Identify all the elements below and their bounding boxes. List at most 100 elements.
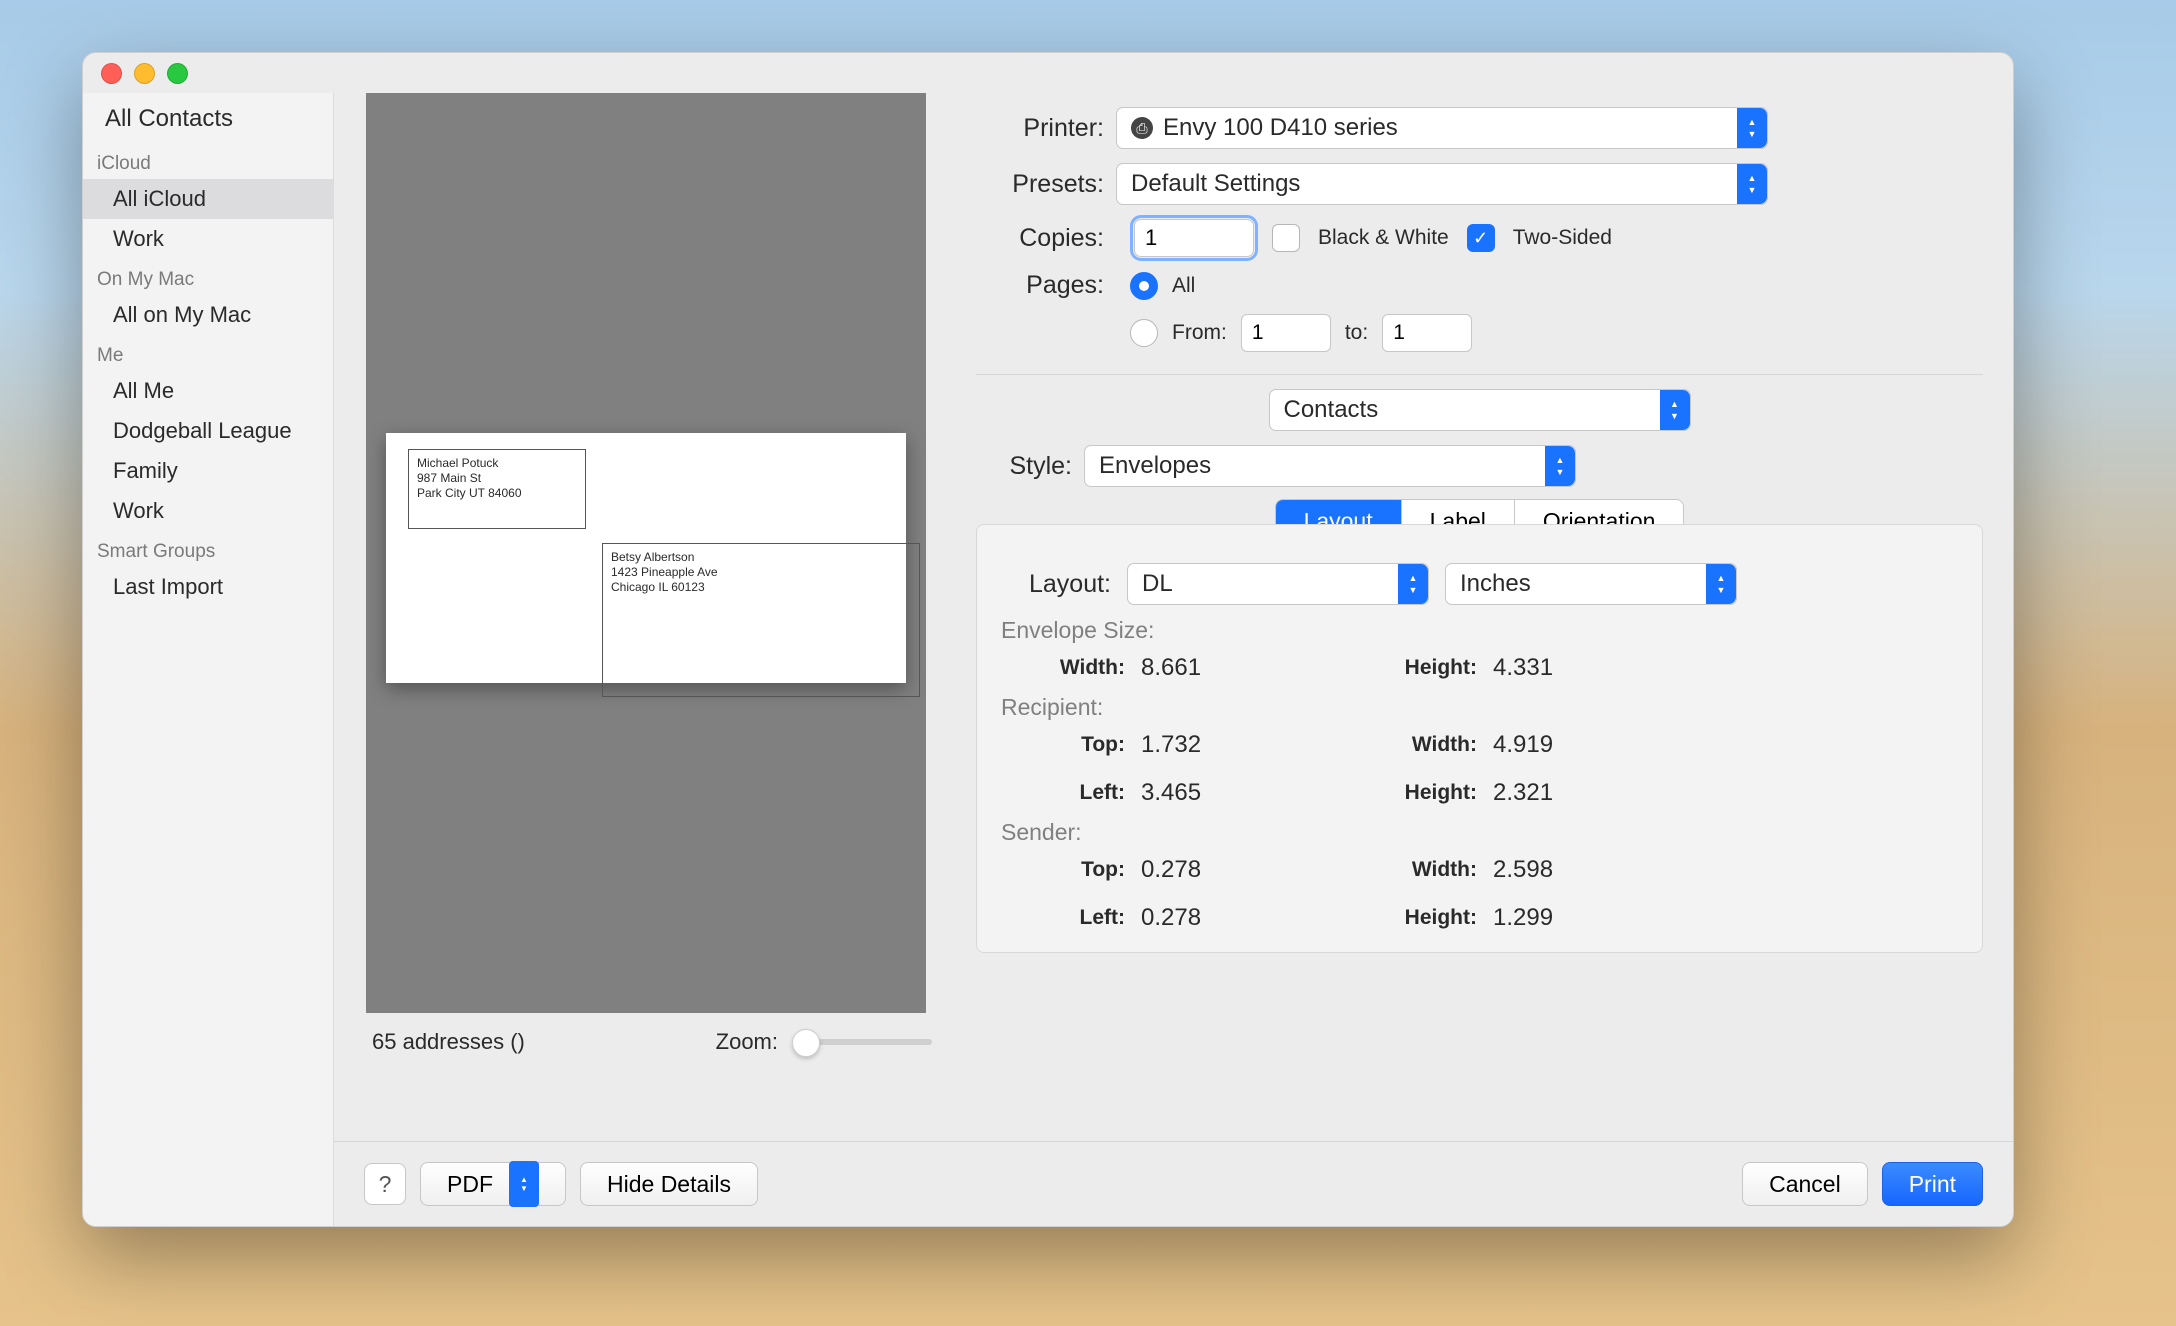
- snd-width-value: 2.598: [1493, 856, 1603, 884]
- presets-value: Default Settings: [1131, 170, 1300, 198]
- sender-city: Park City UT 84060: [417, 486, 577, 501]
- pages-from-input[interactable]: [1241, 314, 1331, 352]
- zoom-button[interactable]: [167, 63, 188, 84]
- app-options-value: Contacts: [1284, 396, 1379, 424]
- sidebar-item-last-import[interactable]: Last Import: [83, 567, 333, 607]
- pages-range-radio[interactable]: [1130, 319, 1158, 347]
- app-options-select[interactable]: Contacts: [1269, 389, 1691, 431]
- rcp-width-value: 4.919: [1493, 731, 1603, 759]
- env-width-label: Width:: [1015, 656, 1125, 680]
- sidebar-item-all-on-my-mac[interactable]: All on My Mac: [83, 295, 333, 335]
- sidebar-header-me: Me: [83, 335, 333, 371]
- sidebar-item-dodgeball[interactable]: Dodgeball League: [83, 411, 333, 451]
- printer-value: Envy 100 D410 series: [1163, 114, 1398, 142]
- style-select[interactable]: Envelopes: [1084, 445, 1576, 487]
- sidebar-item-all-me[interactable]: All Me: [83, 371, 333, 411]
- snd-height-label: Height:: [1297, 906, 1477, 930]
- help-button[interactable]: ?: [364, 1163, 406, 1205]
- style-label: Style:: [976, 452, 1084, 481]
- preview-status-text: 65 addresses (): [372, 1029, 525, 1055]
- desktop: All Contacts iCloud All iCloud Work On M…: [0, 0, 2176, 1326]
- sender-name: Michael Potuck: [417, 456, 577, 471]
- preview-column: Michael Potuck 987 Main St Park City UT …: [352, 93, 940, 1141]
- zoom-slider[interactable]: [792, 1039, 932, 1045]
- style-value: Envelopes: [1099, 452, 1211, 480]
- env-height-label: Height:: [1297, 656, 1477, 680]
- dialog-footer: ? PDF Hide Details Cancel Print: [334, 1141, 2013, 1226]
- stepper-arrows-icon: [1398, 564, 1428, 604]
- rcp-height-value: 2.321: [1493, 779, 1603, 807]
- sidebar-item-family[interactable]: Family: [83, 451, 333, 491]
- sidebar-item-me-work[interactable]: Work: [83, 491, 333, 531]
- stepper-arrows-icon: [1737, 108, 1767, 148]
- stepper-arrows-icon: [1545, 446, 1575, 486]
- divider: [976, 374, 1983, 375]
- copies-input[interactable]: [1134, 219, 1254, 257]
- print-preview[interactable]: Michael Potuck 987 Main St Park City UT …: [366, 93, 926, 1013]
- layout-units-value: Inches: [1460, 570, 1531, 598]
- chevron-updown-icon: [509, 1161, 539, 1207]
- sender-street: 987 Main St: [417, 471, 577, 486]
- pages-to-label: to:: [1345, 321, 1368, 345]
- layout-size-select[interactable]: DL: [1127, 563, 1429, 605]
- recipient-header: Recipient:: [1001, 694, 1958, 721]
- recipient-name: Betsy Albertson: [611, 550, 911, 565]
- snd-left-label: Left:: [1015, 906, 1125, 930]
- zoom-slider-thumb[interactable]: [792, 1029, 820, 1057]
- rcp-top-label: Top:: [1015, 733, 1125, 757]
- printer-select[interactable]: ⎙ Envy 100 D410 series: [1116, 107, 1768, 149]
- twosided-label: Two-Sided: [1513, 226, 1612, 250]
- layout-units-select[interactable]: Inches: [1445, 563, 1737, 605]
- twosided-checkbox[interactable]: ✓: [1467, 224, 1495, 252]
- recipient-street: 1423 Pineapple Ave: [611, 565, 911, 580]
- hide-details-button[interactable]: Hide Details: [580, 1162, 758, 1206]
- close-button[interactable]: [101, 63, 122, 84]
- minimize-button[interactable]: [134, 63, 155, 84]
- pages-all-radio[interactable]: [1130, 272, 1158, 300]
- pages-to-input[interactable]: [1382, 314, 1472, 352]
- snd-top-value: 0.278: [1141, 856, 1281, 884]
- copies-label: Copies:: [976, 224, 1116, 253]
- print-options-column: Printer: ⎙ Envy 100 D410 series Presets:…: [976, 93, 1983, 1141]
- print-dialog-window: All Contacts iCloud All iCloud Work On M…: [82, 52, 2014, 1227]
- snd-left-value: 0.278: [1141, 904, 1281, 932]
- zoom-label: Zoom:: [716, 1029, 778, 1055]
- sidebar-header-smart-groups: Smart Groups: [83, 531, 333, 567]
- pages-from-label: From:: [1172, 321, 1227, 345]
- sidebar-all-contacts[interactable]: All Contacts: [83, 99, 333, 143]
- env-height-value: 4.331: [1493, 654, 1603, 682]
- stepper-arrows-icon: [1737, 164, 1767, 204]
- window-controls: [101, 63, 188, 84]
- presets-select[interactable]: Default Settings: [1116, 163, 1768, 205]
- sidebar-item-icloud-work[interactable]: Work: [83, 219, 333, 259]
- rcp-width-label: Width:: [1297, 733, 1477, 757]
- envelope-preview: Michael Potuck 987 Main St Park City UT …: [386, 433, 906, 683]
- recipient-city: Chicago IL 60123: [611, 580, 911, 595]
- pdf-menu-button[interactable]: PDF: [420, 1162, 566, 1206]
- sidebar-header-onmymac: On My Mac: [83, 259, 333, 295]
- bw-checkbox[interactable]: [1272, 224, 1300, 252]
- rcp-left-value: 3.465: [1141, 779, 1281, 807]
- stepper-arrows-icon: [1660, 390, 1690, 430]
- snd-width-label: Width:: [1297, 858, 1477, 882]
- print-button[interactable]: Print: [1882, 1162, 1983, 1206]
- rcp-top-value: 1.732: [1141, 731, 1281, 759]
- sidebar-item-all-icloud[interactable]: All iCloud: [83, 179, 333, 219]
- titlebar[interactable]: [83, 53, 2013, 93]
- snd-height-value: 1.299: [1493, 904, 1603, 932]
- sidebar-header-icloud: iCloud: [83, 143, 333, 179]
- recipient-box[interactable]: Betsy Albertson 1423 Pineapple Ave Chica…: [602, 543, 920, 697]
- sender-box[interactable]: Michael Potuck 987 Main St Park City UT …: [408, 449, 586, 529]
- pages-all-label: All: [1172, 274, 1195, 298]
- printer-status-icon: ⎙: [1131, 117, 1153, 139]
- stepper-arrows-icon: [1706, 564, 1736, 604]
- pdf-label: PDF: [447, 1171, 493, 1198]
- layout-label: Layout:: [1001, 570, 1111, 599]
- print-dialog-main: Michael Potuck 987 Main St Park City UT …: [334, 93, 2013, 1226]
- snd-top-label: Top:: [1015, 858, 1125, 882]
- cancel-button[interactable]: Cancel: [1742, 1162, 1868, 1206]
- sender-header: Sender:: [1001, 819, 1958, 846]
- pages-label: Pages:: [976, 271, 1116, 300]
- envelope-size-header: Envelope Size:: [1001, 617, 1958, 644]
- rcp-height-label: Height:: [1297, 781, 1477, 805]
